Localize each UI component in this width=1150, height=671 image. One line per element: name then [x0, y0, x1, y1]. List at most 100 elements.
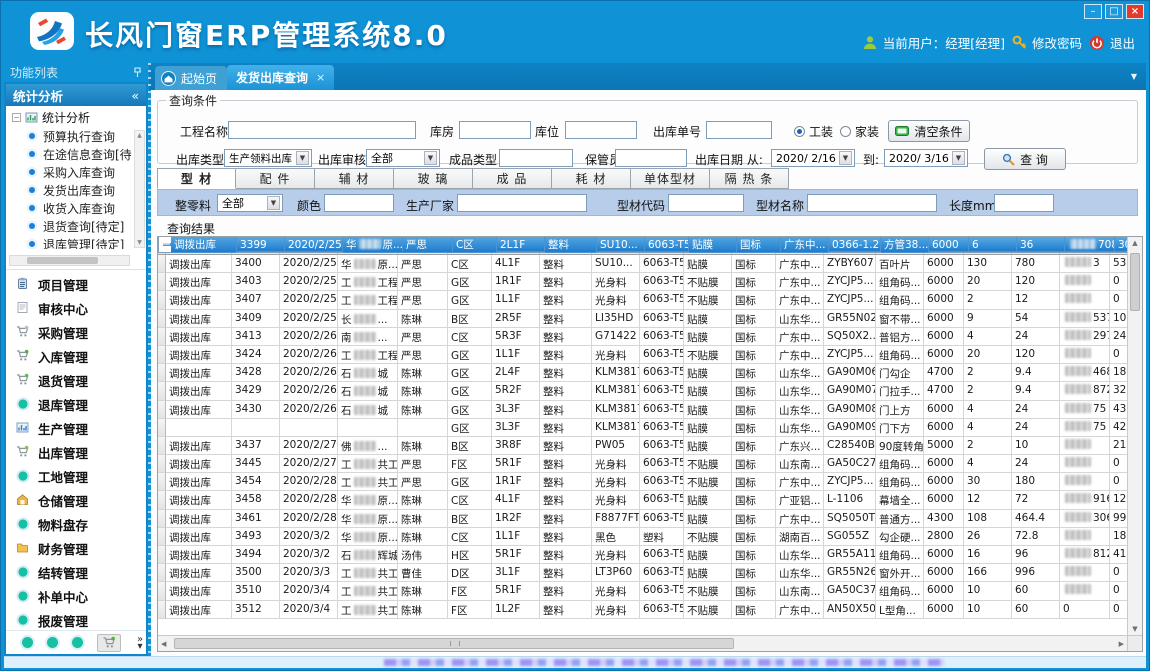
material-tab[interactable]: 玻 璃	[394, 168, 473, 189]
keeper-input[interactable]	[615, 149, 687, 167]
change-password-button[interactable]: 修改密码	[1012, 33, 1082, 52]
sidebar-item[interactable]: 补单中心	[6, 584, 146, 608]
tree-horizontal-scrollbar[interactable]	[9, 255, 130, 266]
date-from-picker[interactable]: 2020/ 2/16▼	[771, 149, 855, 167]
grid-vertical-scrollbar[interactable]: ▲ ▼	[1127, 237, 1142, 635]
material-tab[interactable]: 成 品	[473, 168, 552, 189]
audit-select[interactable]: 全部▼	[366, 149, 440, 167]
manufacturer-input[interactable]	[457, 194, 587, 212]
table-row[interactable]: 调拨出库34072020/2/25工工程严思G区1L1F整料光身料6063-T5…	[158, 291, 1127, 309]
scrollbar-thumb[interactable]	[1130, 253, 1140, 311]
color-input[interactable]	[324, 194, 394, 212]
sidebar-item[interactable]: 生产管理	[6, 416, 146, 440]
table-row[interactable]: 调拨出库34292020/2/26石城陈琳G区5R2F整料KLM38176063…	[158, 382, 1127, 400]
tree-item[interactable]: 退库管理[待定]	[6, 235, 146, 249]
scroll-left-icon[interactable]: ◀	[161, 640, 166, 648]
table-row[interactable]: 调拨出库34372020/2/27佛...陈琳B区3R8F整料PW056063-…	[158, 437, 1127, 455]
sidebar-item[interactable]: 项目管理	[6, 272, 146, 296]
search-button[interactable]: 查 询	[984, 148, 1066, 170]
scroll-up-icon[interactable]: ▲	[1128, 239, 1142, 247]
tab-close-icon[interactable]: ×	[316, 71, 325, 84]
table-row[interactable]: 调拨出库34302020/2/26石城陈琳G区3L3F整料KLM38176063…	[158, 401, 1127, 419]
toolbar-dot-icon[interactable]	[22, 637, 33, 648]
close-button[interactable]: ×	[1126, 4, 1144, 19]
logout-button[interactable]: 退出	[1089, 33, 1135, 52]
warehouse-input[interactable]	[459, 121, 531, 139]
grid-horizontal-scrollbar[interactable]: ◀ ▶	[158, 635, 1127, 651]
table-row[interactable]: 调拨出库34282020/2/26石城陈琳G区2L4F整料KLM38176063…	[158, 364, 1127, 382]
table-row[interactable]: 调拨出库34092020/2/25长...陈琳B区2R5F整料LI35HD606…	[158, 310, 1127, 328]
date-to-picker[interactable]: 2020/ 3/16▼	[884, 149, 968, 167]
table-row[interactable]: 调拨出库35002020/3/3工共工程曹佳D区3L1F整料LT3P606063…	[158, 564, 1127, 582]
tree-item[interactable]: 采购入库查询	[6, 163, 146, 181]
table-row[interactable]: 调拨出库34242020/2/26工工程严思G区1L1F整料光身料6063-T5…	[158, 346, 1127, 364]
tree-root[interactable]: − 统计分析	[6, 106, 146, 127]
tree-item[interactable]: 预算执行查询	[6, 127, 146, 145]
clear-conditions-button[interactable]: 清空条件	[888, 120, 970, 142]
toolbar-dot-icon[interactable]	[72, 637, 83, 648]
table-row[interactable]: 调拨出库34032020/2/25工工程严思G区1R1F整料光身料6063-T5…	[158, 273, 1127, 291]
sidebar-item[interactable]: 入库管理	[6, 344, 146, 368]
table-row[interactable]: 调拨出库34542020/2/28工共工程严思G区1R1F整料光身料6063-T…	[158, 473, 1127, 491]
material-tab[interactable]: 型 材	[157, 168, 236, 189]
tab-home[interactable]: 起始页	[155, 66, 227, 90]
collapse-icon[interactable]: «	[131, 88, 139, 103]
maximize-button[interactable]: □	[1105, 4, 1123, 19]
tree-item[interactable]: 退货查询[待定]	[6, 217, 146, 235]
table-row[interactable]: 调拨出库35102020/3/4工共工程陈琳F区5R1F整料光身料6063-T5…	[158, 582, 1127, 600]
sidebar-item[interactable]: 工地管理	[6, 464, 146, 488]
sidebar-item[interactable]: 财务管理	[6, 536, 146, 560]
sidebar-item[interactable]: 仓储管理	[6, 488, 146, 512]
scroll-right-icon[interactable]: ▶	[1119, 640, 1124, 648]
material-tab[interactable]: 单体型材	[631, 168, 710, 189]
material-tab[interactable]: 辅 材	[315, 168, 394, 189]
table-row[interactable]: 调拨出库35122020/3/4工共工程陈琳F区1L2F整料光身料6063-T5…	[158, 601, 1127, 619]
profile-code-input[interactable]	[668, 194, 744, 212]
whole-part-select[interactable]: 全部▼	[217, 194, 283, 212]
tree-expand-icon[interactable]: −	[12, 113, 21, 122]
scroll-up-icon[interactable]: ▲	[135, 132, 144, 139]
sidebar-item[interactable]: 采购管理	[6, 320, 146, 344]
product-type-input[interactable]	[499, 149, 573, 167]
profile-name-input[interactable]	[807, 194, 937, 212]
table-row[interactable]: 调拨出库33992020/2/25华原...严思C区2L1F整料SU10...6…	[158, 237, 1127, 253]
tree-item[interactable]: 在途信息查询[待	[6, 145, 146, 163]
tab-overflow-caret-icon[interactable]: ▼	[1131, 72, 1137, 81]
sidebar-item[interactable]: 物料盘存	[6, 512, 146, 536]
sidebar-item[interactable]: 出库管理	[6, 440, 146, 464]
radio-home-install[interactable]: 家装	[840, 123, 879, 140]
table-row[interactable]: G区3L3F整料KLM38176063-T5贴膜国标山东华...GA90M09.…	[158, 419, 1127, 437]
table-row[interactable]: 调拨出库34002020/2/25华原...严思C区4L1F整料SU10...6…	[158, 255, 1127, 273]
minimize-button[interactable]: –	[1084, 4, 1102, 19]
scroll-down-icon[interactable]: ▼	[135, 239, 144, 246]
scroll-down-icon[interactable]: ▼	[1128, 625, 1142, 633]
toolbar-cart-button[interactable]	[97, 634, 121, 652]
order-no-input[interactable]	[706, 121, 772, 139]
toolbar-more-icon[interactable]: »▾	[137, 636, 143, 650]
length-input[interactable]	[994, 194, 1054, 212]
tree-item[interactable]: 发货出库查询	[6, 181, 146, 199]
table-row[interactable]: 调拨出库34132020/2/26南...严思C区5R3F整料G71422606…	[158, 328, 1127, 346]
project-name-input[interactable]	[228, 121, 416, 139]
scrollbar-thumb[interactable]	[174, 638, 734, 649]
material-tab[interactable]: 配 件	[236, 168, 315, 189]
table-row[interactable]: 调拨出库34452020/2/27工共工程严思F区5R1F整料光身料6063-T…	[158, 455, 1127, 473]
scrollbar-thumb[interactable]	[27, 257, 98, 264]
material-tab[interactable]: 隔 热 条	[710, 168, 789, 189]
table-row[interactable]: 调拨出库34582020/2/28华原...陈琳C区4L1F整料光身料6063-…	[158, 491, 1127, 509]
sidebar-item[interactable]: 退库管理	[6, 392, 146, 416]
table-row[interactable]: 调拨出库34612020/2/28华原...陈琳B区1R2F整料F8877FT6…	[158, 510, 1127, 528]
tree-item[interactable]: 收货入库查询	[6, 199, 146, 217]
sidebar-item[interactable]: 报废管理	[6, 608, 146, 630]
material-tab[interactable]: 耗 材	[552, 168, 631, 189]
sidebar-item[interactable]: 结转管理	[6, 560, 146, 584]
tree-vertical-scrollbar[interactable]: ▲▼	[134, 130, 145, 248]
table-row[interactable]: 调拨出库34942020/3/2石辉城汤伟H区5R1F整料光身料6063-T5贴…	[158, 546, 1127, 564]
toolbar-dot-icon[interactable]	[47, 637, 58, 648]
table-row[interactable]: 调拨出库34932020/3/2华原...陈琳C区1L1F整料黑色塑料不贴膜国标…	[158, 528, 1127, 546]
sidebar-item[interactable]: 退货管理	[6, 368, 146, 392]
pin-icon[interactable]	[133, 67, 142, 78]
radio-work-install[interactable]: 工装	[794, 123, 833, 140]
tab-active[interactable]: 发货出库查询 ×	[227, 65, 334, 90]
location-input[interactable]	[565, 121, 637, 139]
